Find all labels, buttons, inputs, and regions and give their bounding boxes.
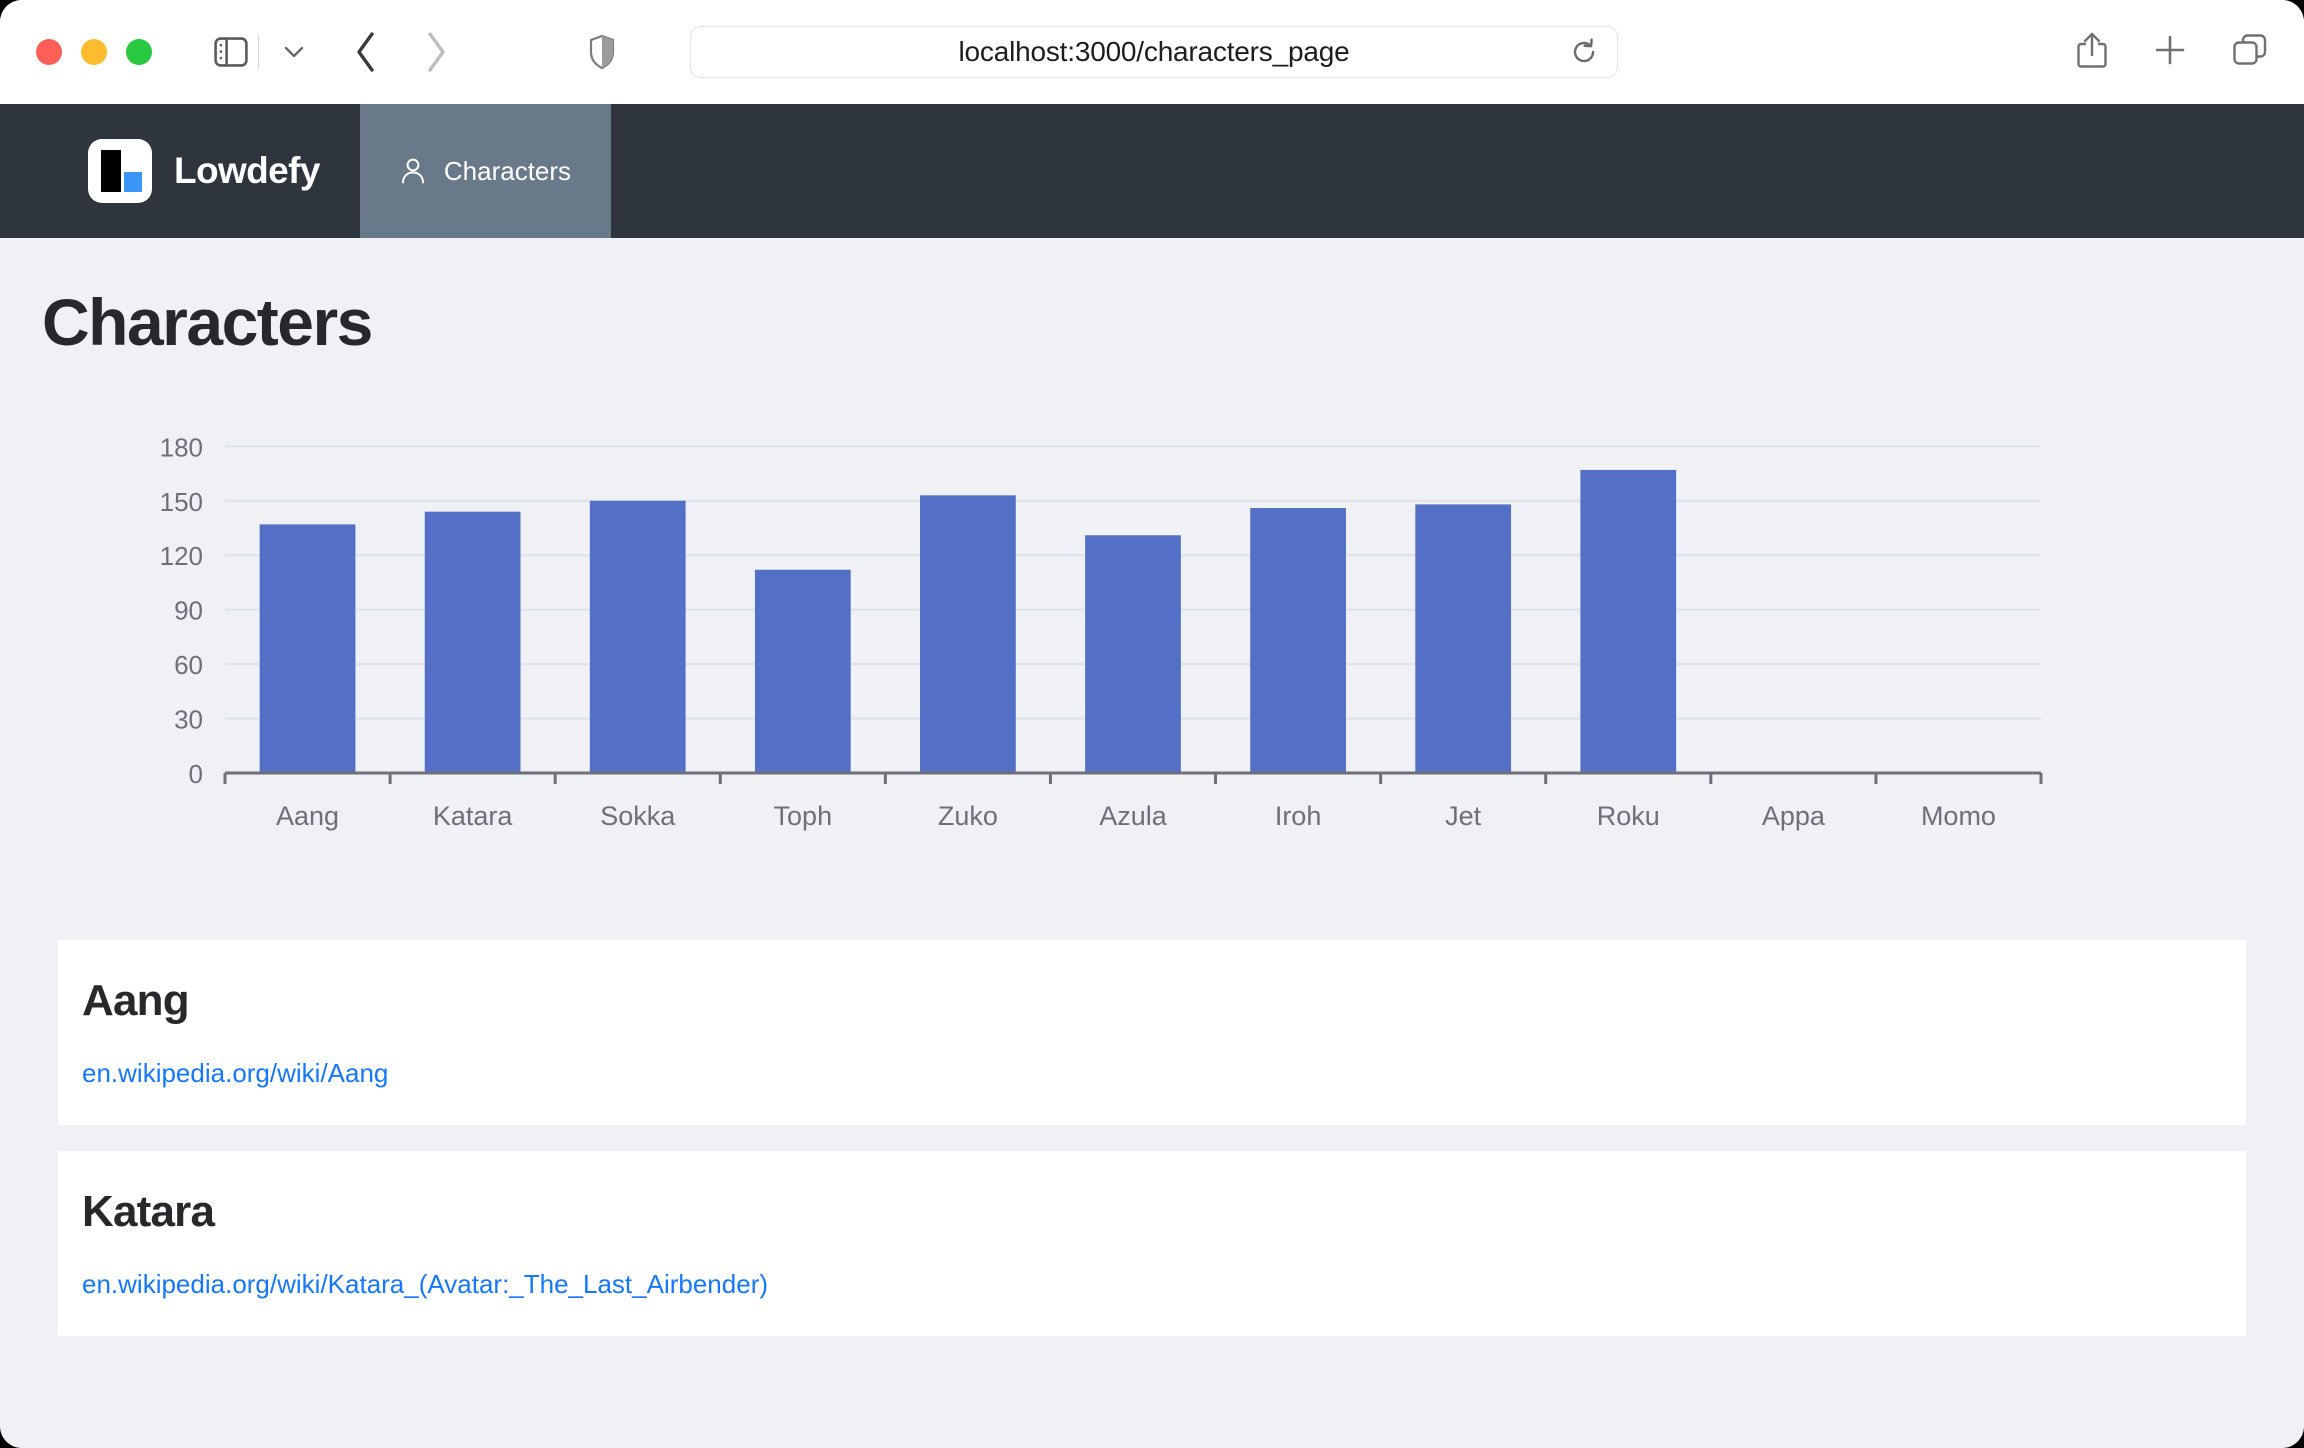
x-axis-tick-label: Zuko [938,801,998,831]
bar[interactable] [424,511,521,773]
y-axis-tick-label: 120 [160,541,203,571]
page-title: Characters [42,285,373,359]
shield-icon [589,35,615,69]
sidebar-toggle-button[interactable] [214,37,248,67]
reload-button[interactable] [1567,35,1601,69]
browser-toolbar: localhost:3000/characters_page [0,0,2304,104]
y-axis-tick-label: 0 [189,759,203,789]
x-axis-tick-label: Appa [1762,801,1826,831]
forward-chevron-icon [428,32,445,72]
share-icon [2077,32,2107,68]
lowdefy-logo [88,139,152,203]
share-button[interactable] [2076,31,2108,74]
bar[interactable] [920,495,1016,773]
toolbar-right-group [2076,0,2268,104]
character-cards: Aang en.wikipedia.org/wiki/Aang Katara e… [0,940,2304,1336]
back-button[interactable] [343,29,389,75]
maximize-window-button[interactable] [126,39,152,65]
traffic-lights [36,39,152,65]
card-link[interactable]: en.wikipedia.org/wiki/Aang [58,1058,388,1089]
brand-name: Lowdefy [174,150,320,191]
app-navbar: Lowdefy Characters [0,104,2304,238]
characters-bar-chart[interactable]: 0 30 60 90 120 150 180 Aang Katara Sokka Toph Zuko A… [0,416,2304,876]
x-axis-tick-label: Katara [433,801,514,831]
plus-icon [2155,35,2185,64]
toolbar-divider [258,35,259,69]
logo-blue-square [124,172,142,192]
toolbar-left-group [152,35,305,69]
page-content: Characters 0 30 60 90 120 150 180 Aang Katara Sok… [0,238,2304,1448]
x-axis-tick-label: Azula [1099,801,1168,831]
sidebar-menu-button[interactable] [283,45,305,59]
bar[interactable] [589,500,686,773]
sidebar-icon [214,37,248,67]
logo-black-bar [101,150,121,192]
forward-button[interactable] [413,29,459,75]
y-axis-tick-label: 150 [160,487,203,517]
x-axis-tick-label: Toph [774,801,833,831]
list-item: Katara en.wikipedia.org/wiki/Katara_(Ava… [58,1151,2246,1336]
chevron-down-icon [284,46,304,58]
user-icon [401,158,424,184]
tab-overview-icon [2233,33,2267,65]
reload-icon [1573,38,1595,63]
x-axis-tick-label: Jet [1445,801,1482,831]
close-window-button[interactable] [36,39,62,65]
x-axis-tick-label: Aang [276,801,339,831]
card-link[interactable]: en.wikipedia.org/wiki/Katara_(Avatar:_Th… [58,1269,768,1300]
x-axis-tick-label: Roku [1597,801,1660,831]
card-title: Katara [82,1187,215,1236]
x-axis-tick-label: Sokka [600,801,676,831]
list-item: Aang en.wikipedia.org/wiki/Aang [58,940,2246,1125]
bar[interactable] [754,569,851,773]
address-bar[interactable]: localhost:3000/characters_page [690,26,1618,78]
x-axis-tick-label: Momo [1921,801,1996,831]
bar[interactable] [1250,508,1346,773]
privacy-report-button[interactable] [589,35,615,69]
x-axis-tick-label: Iroh [1275,801,1322,831]
bar[interactable] [259,524,356,773]
card-title: Aang [82,976,190,1025]
tab-overview-button[interactable] [2232,33,2268,72]
y-axis-tick-label: 30 [174,705,203,735]
url-text: localhost:3000/characters_page [958,36,1350,67]
y-axis-tick-label: 90 [174,596,203,626]
y-axis-tick-label: 60 [174,650,203,680]
y-axis-tick-label: 180 [160,432,203,462]
bar[interactable] [1580,469,1677,773]
brand[interactable]: Lowdefy [0,104,360,238]
back-chevron-icon [357,32,374,72]
bar-chart-svg: 0 30 60 90 120 150 180 Aang Katara Sokka Toph Zuko A… [160,432,2043,831]
nav-tab-characters[interactable]: Characters [359,104,612,238]
bar[interactable] [1415,504,1512,773]
new-tab-button[interactable] [2154,34,2186,71]
minimize-window-button[interactable] [81,39,107,65]
browser-window: localhost:3000/characters_page Lowdefy C… [0,0,2304,1448]
nav-tab-label: Characters [443,155,572,186]
bar[interactable] [1085,535,1181,773]
